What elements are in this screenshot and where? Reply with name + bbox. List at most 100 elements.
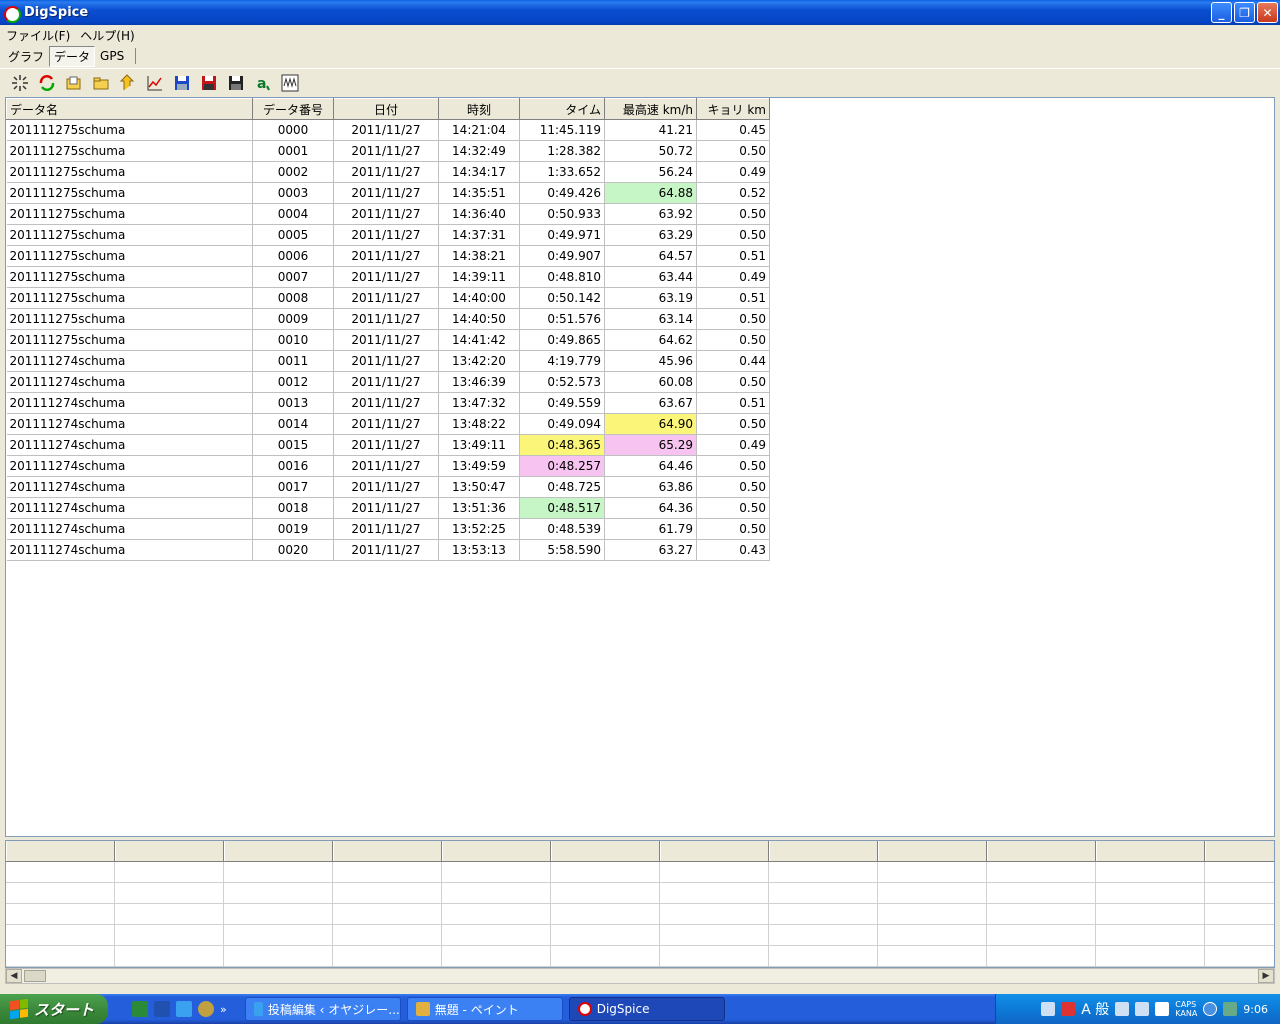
tray-app-icon[interactable] — [1115, 1002, 1130, 1016]
detail-grid-cell[interactable] — [660, 904, 769, 924]
detail-grid-cell[interactable] — [878, 862, 987, 882]
detail-grid-cell[interactable] — [6, 925, 115, 945]
cell-top-speed[interactable]: 64.62 — [604, 329, 697, 351]
up-arrow-icon[interactable] — [117, 72, 139, 94]
refresh-icon[interactable] — [36, 72, 58, 94]
cell-date[interactable]: 2011/11/27 — [333, 140, 439, 162]
cell-data-number[interactable]: 0002 — [252, 161, 334, 183]
detail-grid-cell[interactable] — [1096, 883, 1205, 903]
start-button[interactable]: スタート — [0, 994, 108, 1024]
detail-grid-cell[interactable] — [878, 946, 987, 966]
cell-time-of-day[interactable]: 14:40:00 — [438, 287, 520, 309]
cell-top-speed[interactable]: 50.72 — [604, 140, 697, 162]
table-row[interactable]: 201111275schuma 0007 2011/11/27 14:39:11 0:4… — [6, 266, 770, 288]
cell-time-of-day[interactable]: 13:48:22 — [438, 413, 520, 435]
cell-date[interactable]: 2011/11/27 — [333, 350, 439, 372]
cell-lap-time[interactable]: 0:49.907 — [519, 245, 605, 267]
cell-data-number[interactable]: 0016 — [252, 455, 334, 477]
col-header-data-name[interactable]: データ名 — [6, 98, 253, 120]
cell-data-name[interactable]: 201111274schuma — [6, 392, 253, 414]
cell-data-number[interactable]: 0001 — [252, 140, 334, 162]
cell-data-name[interactable]: 201111275schuma — [6, 203, 253, 225]
table-row[interactable]: 201111274schuma 0017 2011/11/27 13:50:47 0:4… — [6, 476, 770, 498]
cell-distance[interactable]: 0.50 — [696, 413, 770, 435]
scroll-left-icon[interactable]: ◀ — [6, 969, 22, 983]
table-row[interactable]: 201111274schuma 0016 2011/11/27 13:49:59 0:4… — [6, 455, 770, 477]
cell-distance[interactable]: 0.50 — [696, 371, 770, 393]
save-blue-icon[interactable] — [171, 72, 193, 94]
cell-time-of-day[interactable]: 14:34:17 — [438, 161, 520, 183]
col-header-distance[interactable]: キョリ km — [696, 98, 770, 120]
scroll-thumb[interactable] — [24, 970, 46, 982]
detail-col-header[interactable] — [1205, 841, 1274, 861]
detail-grid-cell[interactable] — [1205, 904, 1274, 924]
detail-grid-cell[interactable] — [115, 862, 224, 882]
cell-top-speed[interactable]: 45.96 — [604, 350, 697, 372]
detail-grid-cell[interactable] — [1205, 862, 1274, 882]
table-row[interactable]: 201111275schuma 0010 2011/11/27 14:41:42 0:4… — [6, 329, 770, 351]
cell-time-of-day[interactable]: 13:51:36 — [438, 497, 520, 519]
detail-grid-cell[interactable] — [987, 883, 1096, 903]
detail-grid-cell[interactable] — [6, 883, 115, 903]
horizontal-scrollbar[interactable]: ◀ ▶ — [5, 968, 1275, 984]
tray-collapse-icon[interactable] — [1203, 1002, 1218, 1016]
cell-time-of-day[interactable]: 13:53:13 — [438, 539, 520, 561]
cell-distance[interactable]: 0.50 — [696, 497, 770, 519]
cell-data-number[interactable]: 0020 — [252, 539, 334, 561]
text-a-icon[interactable]: a — [252, 72, 274, 94]
detail-grid-row[interactable] — [6, 883, 1274, 904]
cell-time-of-day[interactable]: 14:39:11 — [438, 266, 520, 288]
table-row[interactable]: 201111275schuma 0002 2011/11/27 14:34:17 1:3… — [6, 161, 770, 183]
detail-grid-row[interactable] — [6, 862, 1274, 883]
detail-grid-cell[interactable] — [224, 904, 333, 924]
cell-time-of-day[interactable]: 13:46:39 — [438, 371, 520, 393]
cell-distance[interactable]: 0.51 — [696, 245, 770, 267]
cell-time-of-day[interactable]: 13:50:47 — [438, 476, 520, 498]
detail-col-header[interactable] — [987, 841, 1096, 861]
cell-data-number[interactable]: 0008 — [252, 287, 334, 309]
detail-grid-cell[interactable] — [6, 862, 115, 882]
detail-grid-cell[interactable] — [1205, 925, 1274, 945]
detail-col-header[interactable] — [115, 841, 224, 861]
table-row[interactable]: 201111274schuma 0011 2011/11/27 13:42:20 4:1… — [6, 350, 770, 372]
detail-grid-cell[interactable] — [224, 862, 333, 882]
cell-top-speed[interactable]: 63.29 — [604, 224, 697, 246]
detail-grid-cell[interactable] — [1096, 904, 1205, 924]
cell-time-of-day[interactable]: 13:49:11 — [438, 434, 520, 456]
tab-data[interactable]: データ — [49, 45, 96, 67]
table-row[interactable]: 201111274schuma 0020 2011/11/27 13:53:13 5:5… — [6, 539, 770, 561]
cell-lap-time[interactable]: 0:48.365 — [519, 434, 605, 456]
cell-date[interactable]: 2011/11/27 — [333, 245, 439, 267]
detail-grid-cell[interactable] — [1096, 946, 1205, 966]
detail-grid-cell[interactable] — [987, 904, 1096, 924]
detail-grid-cell[interactable] — [442, 862, 551, 882]
cell-time-of-day[interactable]: 14:35:51 — [438, 182, 520, 204]
excel-icon[interactable] — [132, 1001, 148, 1017]
ime-mode[interactable]: A 般 — [1081, 999, 1109, 1019]
detail-grid-cell[interactable] — [987, 946, 1096, 966]
detail-grid-cell[interactable] — [115, 904, 224, 924]
detail-grid-cell[interactable] — [987, 862, 1096, 882]
cell-top-speed[interactable]: 63.19 — [604, 287, 697, 309]
table-row[interactable]: 201111275schuma 0008 2011/11/27 14:40:00 0:5… — [6, 287, 770, 309]
cell-top-speed[interactable]: 63.86 — [604, 476, 697, 498]
table-row[interactable]: 201111274schuma 0015 2011/11/27 13:49:11 0:4… — [6, 434, 770, 456]
detail-grid-cell[interactable] — [551, 946, 660, 966]
col-header-data-number[interactable]: データ番号 — [252, 98, 334, 120]
save-black-icon[interactable] — [225, 72, 247, 94]
cell-data-number[interactable]: 0003 — [252, 182, 334, 204]
detail-grid-cell[interactable] — [660, 925, 769, 945]
cell-distance[interactable]: 0.49 — [696, 266, 770, 288]
cell-distance[interactable]: 0.49 — [696, 161, 770, 183]
cell-data-number[interactable]: 0005 — [252, 224, 334, 246]
cell-data-name[interactable]: 201111274schuma — [6, 371, 253, 393]
cell-lap-time[interactable]: 0:49.971 — [519, 224, 605, 246]
cell-time-of-day[interactable]: 14:41:42 — [438, 329, 520, 351]
detail-grid-cell[interactable] — [115, 946, 224, 966]
cell-data-name[interactable]: 201111275schuma — [6, 140, 253, 162]
detail-col-header[interactable] — [224, 841, 333, 861]
cell-data-name[interactable]: 201111274schuma — [6, 539, 253, 561]
detail-grid-cell[interactable] — [333, 946, 442, 966]
cell-data-name[interactable]: 201111275schuma — [6, 329, 253, 351]
detail-grid-cell[interactable] — [115, 883, 224, 903]
